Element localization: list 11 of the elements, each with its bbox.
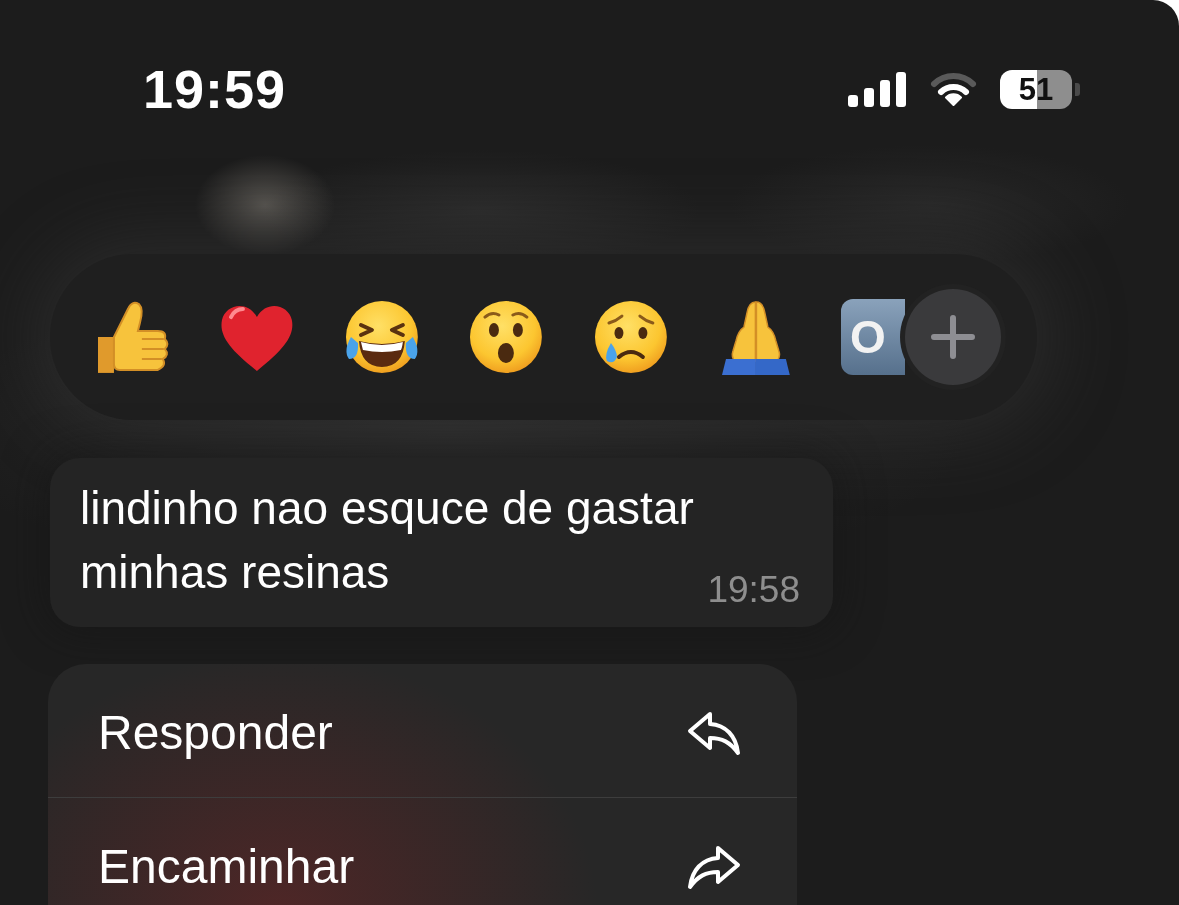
message-time: 19:58	[707, 570, 800, 610]
wifi-icon	[930, 72, 977, 106]
signal-icon	[848, 71, 906, 107]
battery-indicator: 51	[1000, 69, 1080, 109]
plus-icon	[929, 314, 976, 360]
status-time: 19:59	[143, 58, 287, 120]
message-text: lindinho nao esquce de gastar minhas resinas	[80, 481, 695, 600]
menu-item[interactable]: Encaminhar	[48, 797, 797, 905]
forward-icon	[686, 844, 742, 890]
reply-icon	[686, 710, 742, 756]
menu-item[interactable]: Responder	[48, 664, 797, 797]
